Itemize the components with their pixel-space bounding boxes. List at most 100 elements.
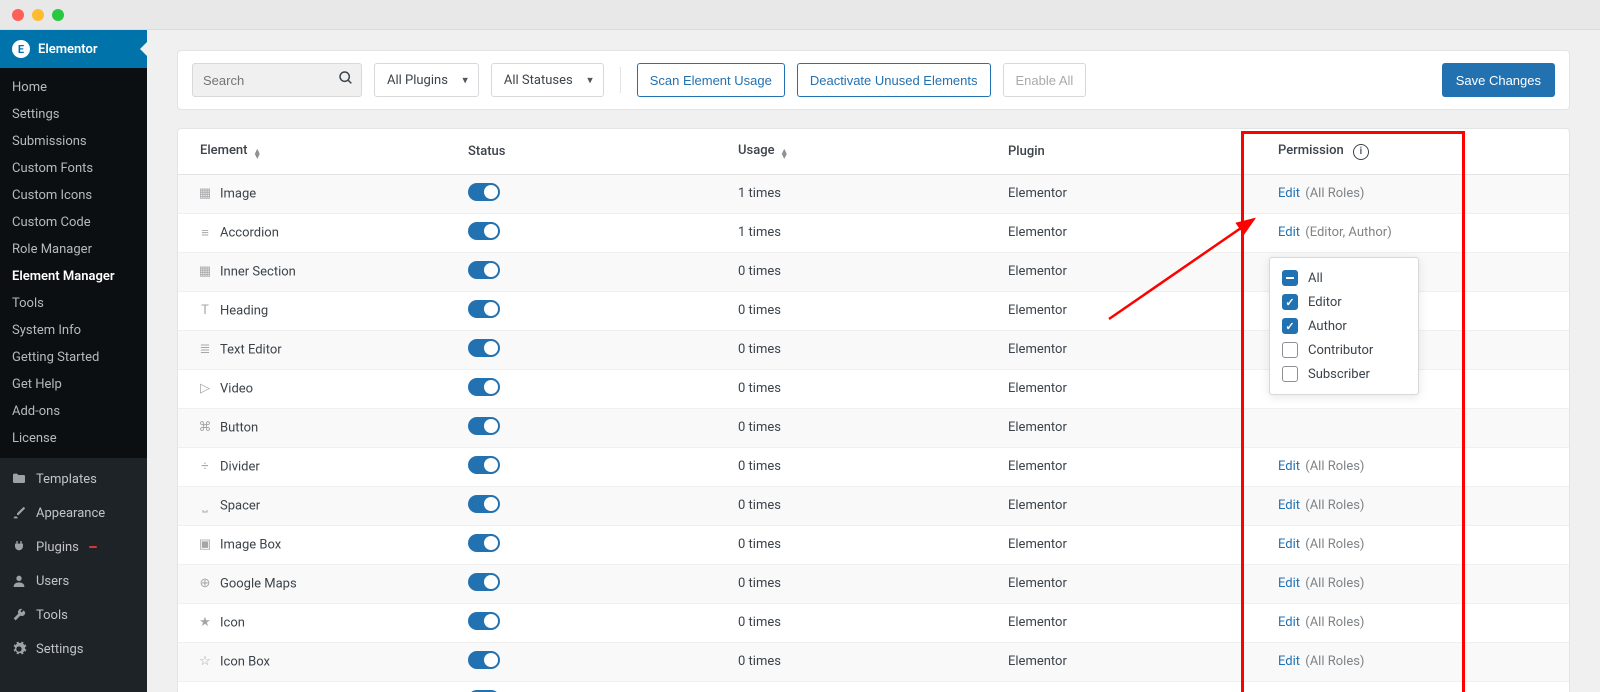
sidebar-subitem[interactable]: Home [0, 74, 147, 101]
status-toggle[interactable] [468, 183, 500, 201]
edit-permission-link[interactable]: Edit [1278, 537, 1300, 552]
window-close-icon[interactable] [12, 9, 24, 21]
edit-permission-link[interactable]: Edit [1278, 498, 1300, 513]
save-changes-button[interactable]: Save Changes [1442, 63, 1555, 97]
element-name: Button [220, 420, 258, 435]
sort-icon: ▴▾ [782, 149, 787, 159]
table-row: ÷Divider0 timesElementorEdit (All Roles) [178, 447, 1569, 486]
sidebar-main-item[interactable]: Plugins [0, 530, 147, 564]
edit-permission-link[interactable]: Edit [1278, 615, 1300, 630]
status-toggle[interactable] [468, 456, 500, 474]
sidebar-subitem[interactable]: Settings [0, 101, 147, 128]
popover-role-option[interactable]: Contributor [1280, 338, 1408, 362]
popover-role-option[interactable]: All [1280, 266, 1408, 290]
checkbox-icon[interactable]: ✓ [1282, 318, 1298, 334]
status-toggle[interactable] [468, 378, 500, 396]
plugin-cell: Elementor [998, 681, 1268, 692]
permission-cell: Edit (All Roles) [1268, 642, 1569, 681]
permission-roles-popover: All✓Editor✓AuthorContributorSubscriber [1269, 257, 1419, 395]
sidebar-main-item[interactable]: Appearance [0, 496, 147, 530]
element-type-icon: ÷ [196, 458, 214, 476]
status-toggle[interactable] [468, 534, 500, 552]
element-type-icon: ⎵ [196, 497, 214, 515]
usage-cell: 1 times [728, 174, 998, 213]
table-row: ⎵Spacer0 timesElementorEdit (All Roles) [178, 486, 1569, 525]
status-toggle[interactable] [468, 612, 500, 630]
sidebar-subitem[interactable]: Getting Started [0, 344, 147, 371]
sidebar-subitem[interactable]: Role Manager [0, 236, 147, 263]
status-toggle[interactable] [468, 495, 500, 513]
popover-role-option[interactable]: Subscriber [1280, 362, 1408, 386]
checkbox-icon[interactable] [1282, 342, 1298, 358]
sidebar-submenu: HomeSettingsSubmissionsCustom FontsCusto… [0, 68, 147, 458]
elementor-logo-icon: E [12, 40, 30, 58]
sidebar-main-item[interactable]: Templates [0, 462, 147, 496]
filter-plugins-select[interactable]: All Plugins ▾ [374, 63, 479, 97]
checkbox-icon[interactable] [1282, 270, 1298, 286]
table-row: ☆Icon Box0 timesElementorEdit (All Roles… [178, 642, 1569, 681]
edit-permission-link[interactable]: Edit [1278, 225, 1300, 240]
sidebar-main-item[interactable]: Users [0, 564, 147, 598]
element-type-icon: ▣ [196, 536, 214, 554]
th-element[interactable]: Element ▴▾ [178, 129, 458, 174]
info-icon[interactable]: i [1353, 144, 1369, 160]
window-titlebar [0, 0, 1600, 30]
status-toggle[interactable] [468, 339, 500, 357]
enable-all-button[interactable]: Enable All [1003, 63, 1087, 97]
sidebar-subitem[interactable]: Custom Icons [0, 182, 147, 209]
element-type-icon: T [196, 302, 214, 320]
window-minimize-icon[interactable] [32, 9, 44, 21]
status-toggle[interactable] [468, 222, 500, 240]
plugin-cell: Elementor [998, 525, 1268, 564]
table-row: ▦Image1 timesElementorEdit (All Roles) [178, 174, 1569, 213]
usage-cell: 0 times [728, 291, 998, 330]
status-toggle[interactable] [468, 261, 500, 279]
sidebar-main-item[interactable]: Settings [0, 632, 147, 666]
filter-statuses-select[interactable]: All Statuses ▾ [491, 63, 604, 97]
status-toggle[interactable] [468, 417, 500, 435]
table-row: ★Icon0 timesElementorEdit (All Roles) [178, 603, 1569, 642]
sidebar-subitem[interactable]: License [0, 425, 147, 452]
checkbox-icon[interactable] [1282, 366, 1298, 382]
popover-role-option[interactable]: ✓Author [1280, 314, 1408, 338]
checkbox-icon[interactable]: ✓ [1282, 294, 1298, 310]
permission-roles-text: (All Roles) [1305, 459, 1364, 474]
element-name: Icon Box [220, 654, 270, 669]
edit-permission-link[interactable]: Edit [1278, 654, 1300, 669]
th-usage[interactable]: Usage ▴▾ [728, 129, 998, 174]
sidebar-subitem[interactable]: Get Help [0, 371, 147, 398]
sidebar-subitem[interactable]: Custom Code [0, 209, 147, 236]
window-zoom-icon[interactable] [52, 9, 64, 21]
edit-permission-link[interactable]: Edit [1278, 186, 1300, 201]
edit-permission-link[interactable]: Edit [1278, 576, 1300, 591]
deactivate-unused-button[interactable]: Deactivate Unused Elements [797, 63, 991, 97]
sidebar-main-item[interactable]: Tools [0, 598, 147, 632]
status-toggle[interactable] [468, 573, 500, 591]
sidebar-subitem[interactable]: Add-ons [0, 398, 147, 425]
sidebar-subitem[interactable]: Custom Fonts [0, 155, 147, 182]
sidebar-subitem[interactable]: Tools [0, 290, 147, 317]
element-name: Image [220, 186, 256, 201]
element-name: Heading [220, 303, 268, 318]
permission-cell: Edit (All Roles) [1268, 174, 1569, 213]
sidebar-subitem[interactable]: System Info [0, 317, 147, 344]
popover-role-option[interactable]: ✓Editor [1280, 290, 1408, 314]
sidebar-main-label: Tools [36, 608, 68, 623]
sidebar-subitem[interactable]: Element Manager [0, 263, 147, 290]
th-plugin: Plugin [998, 129, 1268, 174]
sidebar-brand[interactable]: E Elementor [0, 30, 147, 68]
status-toggle[interactable] [468, 300, 500, 318]
sidebar-subitem[interactable]: Submissions [0, 128, 147, 155]
element-name: Video [220, 381, 253, 396]
permission-roles-text: (All Roles) [1305, 576, 1364, 591]
status-toggle[interactable] [468, 651, 500, 669]
element-name: Accordion [220, 225, 279, 240]
edit-permission-link[interactable]: Edit [1278, 459, 1300, 474]
chevron-down-icon: ▾ [462, 74, 468, 87]
permission-cell: Edit (All Roles) [1268, 525, 1569, 564]
search-input[interactable] [192, 63, 362, 97]
scan-usage-button[interactable]: Scan Element Usage [637, 63, 785, 97]
plugin-cell: Elementor [998, 330, 1268, 369]
usage-cell: 0 times [728, 369, 998, 408]
usage-cell: 0 times [728, 252, 998, 291]
